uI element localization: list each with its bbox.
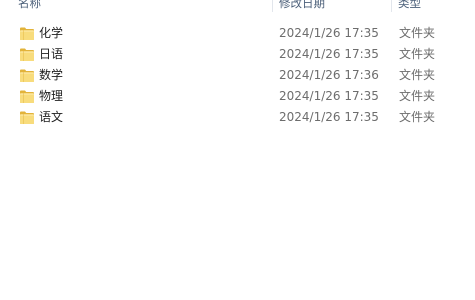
file-type: 文件夹 [399,68,436,82]
folder-icon [19,26,35,41]
file-date-modified: 2024/1/26 17:35 [279,89,379,103]
folder-icon [19,110,35,125]
file-date-modified: 2024/1/26 17:36 [279,68,379,82]
list-item[interactable]: 数学 2024/1/26 17:36 文件夹 [0,65,475,86]
folder-icon [19,89,35,104]
file-type: 文件夹 [399,47,436,61]
column-header-name[interactable]: 名称 [18,0,272,12]
folder-icon [19,68,35,83]
file-list: 化学 2024/1/26 17:35 文件夹 日语 2024/1/26 17:3… [0,23,475,128]
list-item[interactable]: 物理 2024/1/26 17:35 文件夹 [0,86,475,107]
file-date-modified: 2024/1/26 17:35 [279,47,379,61]
file-explorer-view: 名称 修改日期 类型 化学 2024/1/26 17:35 文件夹 日语 202… [0,0,475,300]
folder-icon [19,47,35,62]
column-divider[interactable] [391,0,392,12]
list-item[interactable]: 化学 2024/1/26 17:35 文件夹 [0,23,475,44]
file-type: 文件夹 [399,26,436,40]
file-name: 化学 [39,26,64,40]
file-date-modified: 2024/1/26 17:35 [279,110,379,124]
list-item[interactable]: 日语 2024/1/26 17:35 文件夹 [0,44,475,65]
file-name: 物理 [39,89,64,103]
column-header-bar: 名称 修改日期 类型 [0,0,475,12]
file-type: 文件夹 [399,89,436,103]
file-name: 数学 [39,68,64,82]
column-header-type[interactable]: 类型 [398,0,475,12]
column-header-date-modified[interactable]: 修改日期 [279,0,391,12]
file-name: 日语 [39,47,64,61]
file-type: 文件夹 [399,110,436,124]
file-name: 语文 [39,110,64,124]
list-item[interactable]: 语文 2024/1/26 17:35 文件夹 [0,107,475,128]
column-divider[interactable] [272,0,273,12]
file-date-modified: 2024/1/26 17:35 [279,26,379,40]
